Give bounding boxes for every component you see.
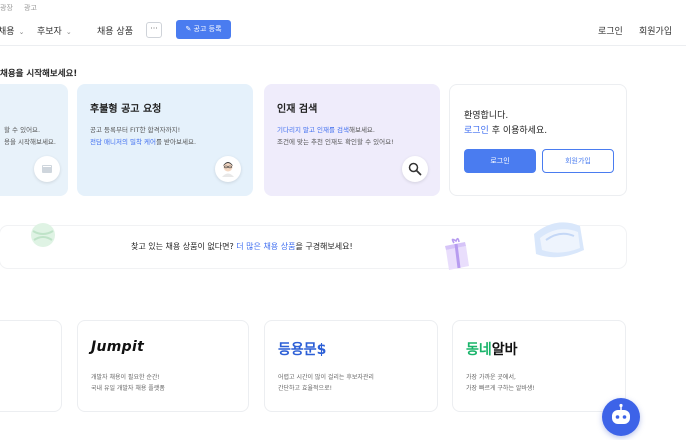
- service-desc-line: 개발자 채용이 필요한 순간!: [91, 374, 160, 381]
- dongne-alba-logo: 동네알바: [466, 339, 518, 359]
- robot-icon: [612, 403, 630, 424]
- top-strip-right-text[interactable]: 광고: [24, 3, 37, 13]
- jumpit-logo: Jumpit: [91, 339, 145, 355]
- banner-text: 찾고 있는 채용 상품이 없다면? 더 많은 채용 상품을 구경해보세요!: [131, 241, 353, 252]
- logo-part: 동네: [466, 342, 492, 358]
- service-description: 개발자 채용이 필요한 순간! 국내 유일 개발자 채용 플랫폼: [91, 372, 165, 394]
- more-products-banner[interactable]: 찾고 있는 채용 상품이 없다면? 더 많은 채용 상품을 구경해보세요!: [0, 222, 626, 270]
- more-products-link[interactable]: 더 많은 채용 상품: [236, 242, 295, 251]
- main-nav: 채용 ⌄ 후보자 ⌄ 채용 상품 ··· ✎ 공고 등록 로그인 회원가입: [0, 16, 686, 46]
- chatbot-button[interactable]: [602, 398, 640, 436]
- service-desc-line: 어렵고 시간이 많이 걸리는 후보자관리: [278, 374, 374, 381]
- card-description: 할 수 있어요. 용을 시작해보세요.: [4, 124, 56, 148]
- login-prompt: 로그인 후 이용하세요.: [464, 123, 547, 136]
- logo-part: 알바: [491, 342, 518, 358]
- card-title: 인재 검색: [277, 104, 318, 115]
- section-headline: 채용을 시작해보세요!: [0, 69, 78, 79]
- service-description: 가장 가까운 곳에서, 가장 빠르게 구하는 알바생!: [466, 372, 535, 394]
- dongne-alba-service-card[interactable]: 동네알바 가장 가까운 곳에서, 가장 빠르게 구하는 알바생!: [452, 320, 626, 412]
- top-strip: 광장 광고: [0, 0, 686, 14]
- service-desc-line: 가장 빠르게 구하는 알바생!: [466, 385, 535, 392]
- chevron-down-icon: ⌄: [65, 28, 72, 36]
- jumpit-service-card[interactable]: Jumpit 개발자 채용이 필요한 순간! 국내 유일 개발자 채용 플랫폼: [77, 320, 249, 412]
- top-strip-left-text[interactable]: 광장: [0, 3, 13, 13]
- signup-button[interactable]: 회원가입: [542, 149, 614, 173]
- card-description: 기다리지 말고 인재를 검색해보세요. 조건에 맞는 추천 인재도 확인할 수 …: [277, 124, 394, 148]
- nav-item-label: 후보자: [37, 27, 62, 37]
- card-desc-line: 공고 등록부터 FIT한 합격자까지!: [90, 126, 181, 134]
- login-button[interactable]: 로그인: [464, 149, 536, 173]
- login-panel: 환영합니다. 로그인 후 이용하세요. 로그인 회원가입: [449, 84, 627, 196]
- nav-item-recruit[interactable]: 채용 ⌄: [0, 24, 24, 37]
- nav-item-products[interactable]: 채용 상품: [97, 24, 133, 37]
- card-desc-rest: 해보세요.: [348, 126, 375, 134]
- pencil-icon: ✎: [185, 25, 194, 33]
- service-desc-line: 간단하고 효율적으로!: [278, 385, 332, 392]
- document-icon: [34, 156, 60, 182]
- nav-login-link[interactable]: 로그인: [598, 24, 623, 37]
- service-desc-line: 가장 가까운 곳에서,: [466, 374, 516, 381]
- deungyongmun-service-card[interactable]: 등용문$ 어렵고 시간이 많이 걸리는 후보자관리 간단하고 효율적으로!: [264, 320, 438, 412]
- card-desc-line: 용을 시작해보세요.: [4, 138, 56, 146]
- service-card-partial-bottom[interactable]: [0, 320, 62, 412]
- service-desc-line: 국내 유일 개발자 채용 플랫폼: [91, 385, 165, 392]
- card-desc-line: 전담 매니저의 밀착 케어를 받아보세요.: [90, 136, 196, 148]
- card-desc-line: 할 수 있어요.: [4, 126, 41, 134]
- nav-item-candidates[interactable]: 후보자 ⌄: [37, 24, 72, 37]
- banner-text-before: 찾고 있는 채용 상품이 없다면?: [131, 242, 237, 251]
- nav-signup-link[interactable]: 회원가입: [639, 24, 672, 37]
- manager-avatar-icon: [215, 156, 241, 182]
- card-title: 후불형 공고 요청: [90, 104, 162, 115]
- chevron-down-icon: ⌄: [18, 28, 25, 36]
- gift-box-icon: [445, 237, 469, 270]
- talent-search-card[interactable]: 인재 검색 기다리지 말고 인재를 검색해보세요. 조건에 맞는 추천 인재도 …: [264, 84, 440, 196]
- card-desc-highlight: 전담 매니저의 밀착 케어: [90, 138, 156, 146]
- login-prompt-link[interactable]: 로그인: [464, 126, 489, 136]
- nav-item-label: 채용: [0, 27, 15, 37]
- postpaid-request-card[interactable]: 후불형 공고 요청 공고 등록부터 FIT한 합격자까지! 전담 매니저의 밀착…: [77, 84, 253, 196]
- post-job-button[interactable]: ✎ 공고 등록: [176, 20, 231, 39]
- post-job-label: 공고 등록: [193, 25, 222, 33]
- card-desc-rest: 를 받아보세요.: [156, 138, 197, 146]
- nav-item-label: 채용 상품: [97, 27, 133, 37]
- card-description: 공고 등록부터 FIT한 합격자까지! 전담 매니저의 밀착 케어를 받아보세요…: [90, 124, 196, 148]
- more-menu-button[interactable]: ···: [146, 22, 162, 38]
- decorative-paper-stack-icon: [534, 222, 584, 258]
- banner-text-after: 을 구경해보세요!: [295, 242, 353, 251]
- login-prompt-rest: 후 이용하세요.: [488, 126, 548, 136]
- welcome-text: 환영합니다.: [464, 111, 509, 121]
- service-card-partial[interactable]: 할 수 있어요. 용을 시작해보세요.: [0, 84, 68, 196]
- card-desc-highlight: 기다리지 말고 인재를 검색: [277, 126, 349, 134]
- deungyongmun-logo: 등용문$: [278, 342, 327, 358]
- card-desc-line: 기다리지 말고 인재를 검색해보세요.: [277, 124, 394, 136]
- decorative-ball-icon: [31, 223, 55, 247]
- service-description: 어렵고 시간이 많이 걸리는 후보자관리 간단하고 효율적으로!: [278, 372, 374, 394]
- card-desc-line: 조건에 맞는 추천 인재도 확인할 수 있어요!: [277, 138, 394, 146]
- search-icon: [402, 156, 428, 182]
